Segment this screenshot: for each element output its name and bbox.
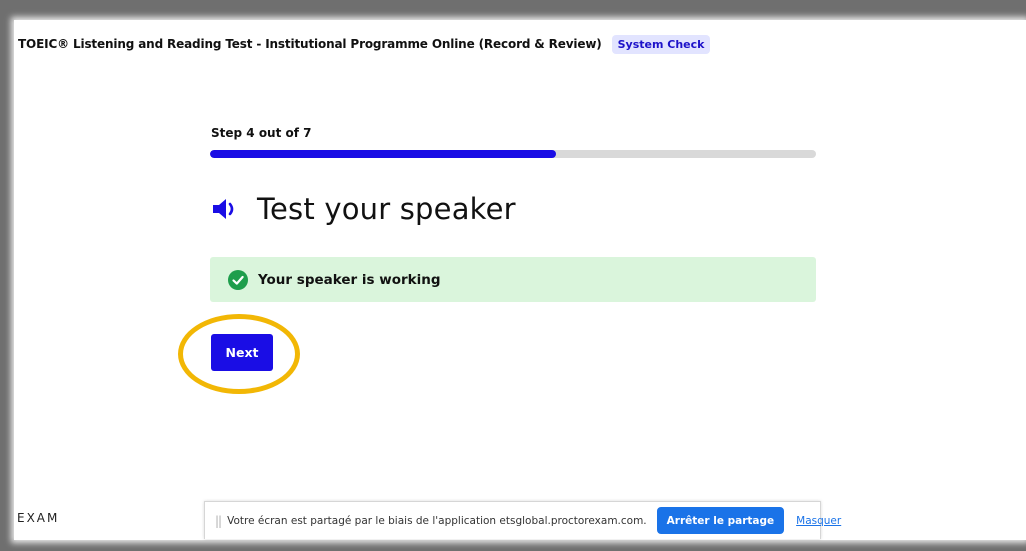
next-button[interactable]: Next [211, 334, 273, 371]
section-heading: Test your speaker [211, 189, 516, 229]
speaker-status-banner: Your speaker is working [210, 257, 816, 302]
page-title: Test your speaker [257, 192, 516, 226]
system-check-badge: System Check [611, 34, 711, 54]
page-header: TOEIC® Listening and Reading Test - Inst… [18, 32, 711, 56]
step-indicator: Step 4 out of 7 [211, 126, 312, 140]
brand-logo-text: EXAM [17, 511, 60, 525]
drag-handle-icon[interactable]: || [215, 514, 222, 528]
check-circle-icon [228, 269, 248, 290]
exam-title: TOEIC® Listening and Reading Test - Inst… [18, 37, 602, 51]
progress-fill [210, 150, 557, 158]
screen-share-message: Votre écran est partagé par le biais de … [227, 514, 647, 527]
hide-link[interactable]: Masquer [796, 515, 841, 527]
status-message: Your speaker is working [258, 271, 441, 288]
step-progress-bar [210, 150, 816, 158]
stop-sharing-button[interactable]: Arrêter le partage [656, 507, 785, 534]
speaker-volume-icon [211, 195, 243, 223]
screen-share-notification-bar: || Votre écran est partagé par le biais … [204, 501, 841, 539]
